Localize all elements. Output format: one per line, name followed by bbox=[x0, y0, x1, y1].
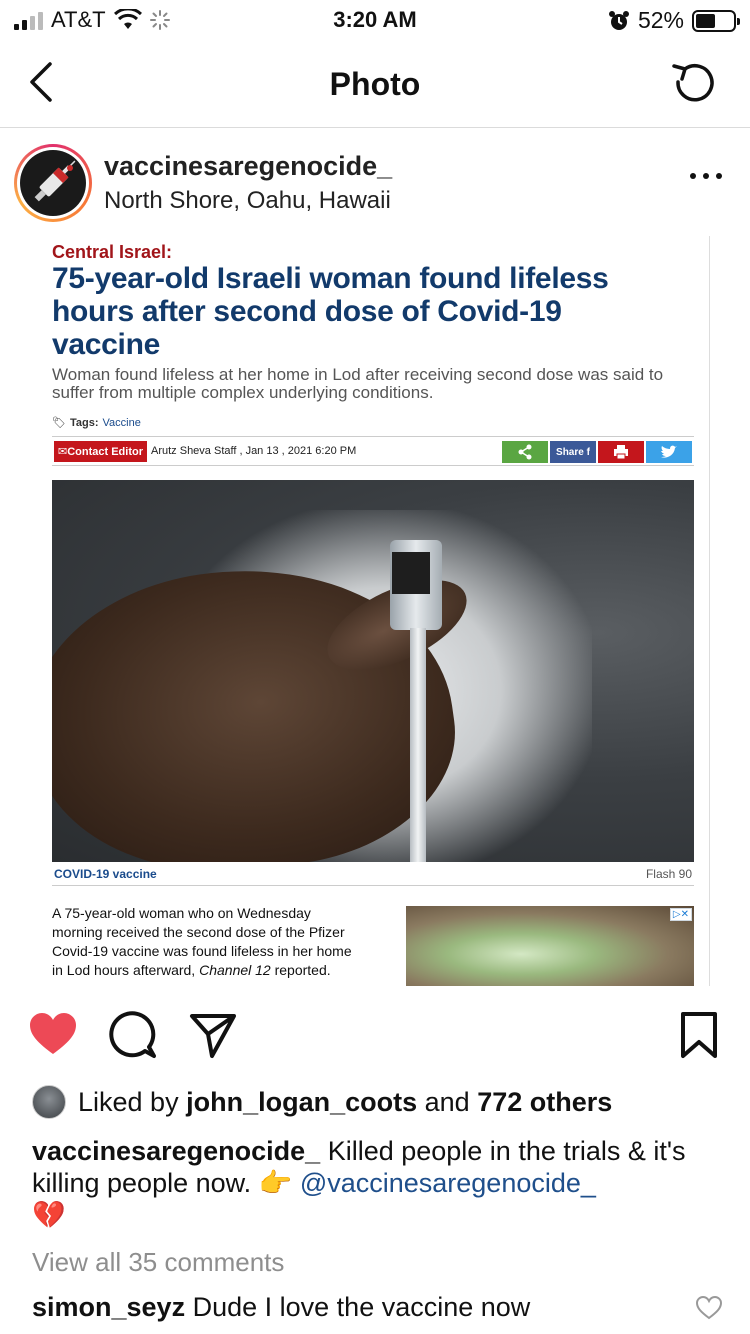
post-image[interactable]: Central Israel: 75-year-old Israeli woma… bbox=[0, 236, 750, 986]
refresh-icon[interactable] bbox=[668, 58, 720, 110]
more-options-icon[interactable] bbox=[690, 173, 722, 185]
article-tags: 🏷 Tags: Vaccine bbox=[52, 416, 141, 430]
share-send-icon[interactable] bbox=[188, 1010, 238, 1060]
liked-by-others[interactable]: 772 others bbox=[477, 1087, 612, 1118]
article-kicker: Central Israel: bbox=[52, 242, 173, 262]
pointing-emoji: 👉 bbox=[258, 1168, 293, 1198]
post-caption: vaccinesaregenocide_ Killed people in th… bbox=[32, 1135, 722, 1231]
caption-username[interactable]: vaccinesaregenocide_ bbox=[32, 1136, 320, 1166]
syringe bbox=[410, 628, 426, 862]
battery-icon bbox=[692, 9, 740, 32]
avatar[interactable] bbox=[14, 144, 92, 222]
tag-link: Vaccine bbox=[102, 416, 141, 429]
tags-label: Tags: bbox=[69, 416, 99, 429]
syringe-avatar-image bbox=[20, 150, 86, 216]
view-all-comments-link[interactable]: View all 35 comments bbox=[32, 1247, 284, 1278]
tag-icon: 🏷 bbox=[52, 417, 66, 429]
battery-percent: 52% bbox=[637, 7, 684, 33]
print-icon bbox=[598, 441, 644, 463]
caption-mention[interactable]: @vaccinesaregenocide_ bbox=[300, 1168, 596, 1198]
twitter-icon bbox=[646, 441, 692, 463]
broken-heart-emoji: 💔 bbox=[32, 1200, 66, 1230]
article-byline: Arutz Sheva Staff , Jan 13 , 2021 6:20 P… bbox=[151, 445, 357, 457]
comment-text: Dude I love the vaccine now bbox=[192, 1292, 531, 1322]
share-icon bbox=[502, 441, 548, 463]
nav-bar: Photo bbox=[0, 42, 750, 128]
photo-credit: Flash 90 bbox=[645, 867, 692, 881]
byline-row: ✉Contact Editor Arutz Sheva Staff , Jan … bbox=[52, 436, 694, 466]
comment-row: simon_seyz Dude I love the vaccine now bbox=[32, 1292, 530, 1323]
post-username[interactable]: vaccinesaregenocide_ bbox=[104, 151, 392, 182]
liker-avatar bbox=[32, 1085, 66, 1119]
bookmark-icon[interactable] bbox=[674, 1010, 724, 1060]
post-header: vaccinesaregenocide_ North Shore, Oahu, … bbox=[0, 129, 750, 235]
action-row bbox=[0, 1000, 750, 1070]
alarm-icon bbox=[608, 10, 629, 30]
article-body: A 75-year-old woman who on Wednesday mor… bbox=[52, 905, 352, 978]
liked-by-connector: and bbox=[424, 1086, 470, 1117]
ad-image: ▷✕ bbox=[406, 906, 694, 986]
share-buttons: Share f bbox=[502, 441, 692, 463]
comment-icon[interactable] bbox=[108, 1010, 158, 1060]
comment-like-heart-icon[interactable] bbox=[696, 1296, 722, 1320]
article-headline: 75-year-old Israeli woman found lifeless… bbox=[52, 262, 609, 361]
page-title: Photo bbox=[329, 66, 421, 102]
liked-by-row[interactable]: Liked by john_logan_coots and 772 others bbox=[32, 1083, 612, 1121]
battery-fill bbox=[696, 13, 715, 28]
liked-by-user[interactable]: john_logan_coots bbox=[186, 1087, 417, 1118]
ad-choices-icon: ▷✕ bbox=[669, 908, 692, 921]
photo-caption-row: COVID-19 vaccine Flash 90 bbox=[52, 864, 694, 886]
status-bar: AT&T 3:20 AM 52% bbox=[0, 0, 750, 42]
contact-editor-button: ✉Contact Editor bbox=[54, 440, 147, 462]
article-screenshot: Central Israel: 75-year-old Israeli woma… bbox=[38, 236, 710, 986]
vaccine-photo bbox=[52, 480, 694, 862]
post-location[interactable]: North Shore, Oahu, Hawaii bbox=[104, 187, 391, 215]
liked-by-prefix: Liked by bbox=[78, 1086, 179, 1117]
comment-username[interactable]: simon_seyz bbox=[32, 1292, 185, 1322]
like-heart-icon[interactable] bbox=[28, 1010, 78, 1060]
article-subhead: Woman found lifeless at her home in Lod … bbox=[52, 365, 664, 402]
facebook-share-button: Share f bbox=[550, 441, 596, 463]
status-right: 52% bbox=[608, 7, 740, 34]
photo-caption: COVID-19 vaccine bbox=[54, 867, 157, 881]
